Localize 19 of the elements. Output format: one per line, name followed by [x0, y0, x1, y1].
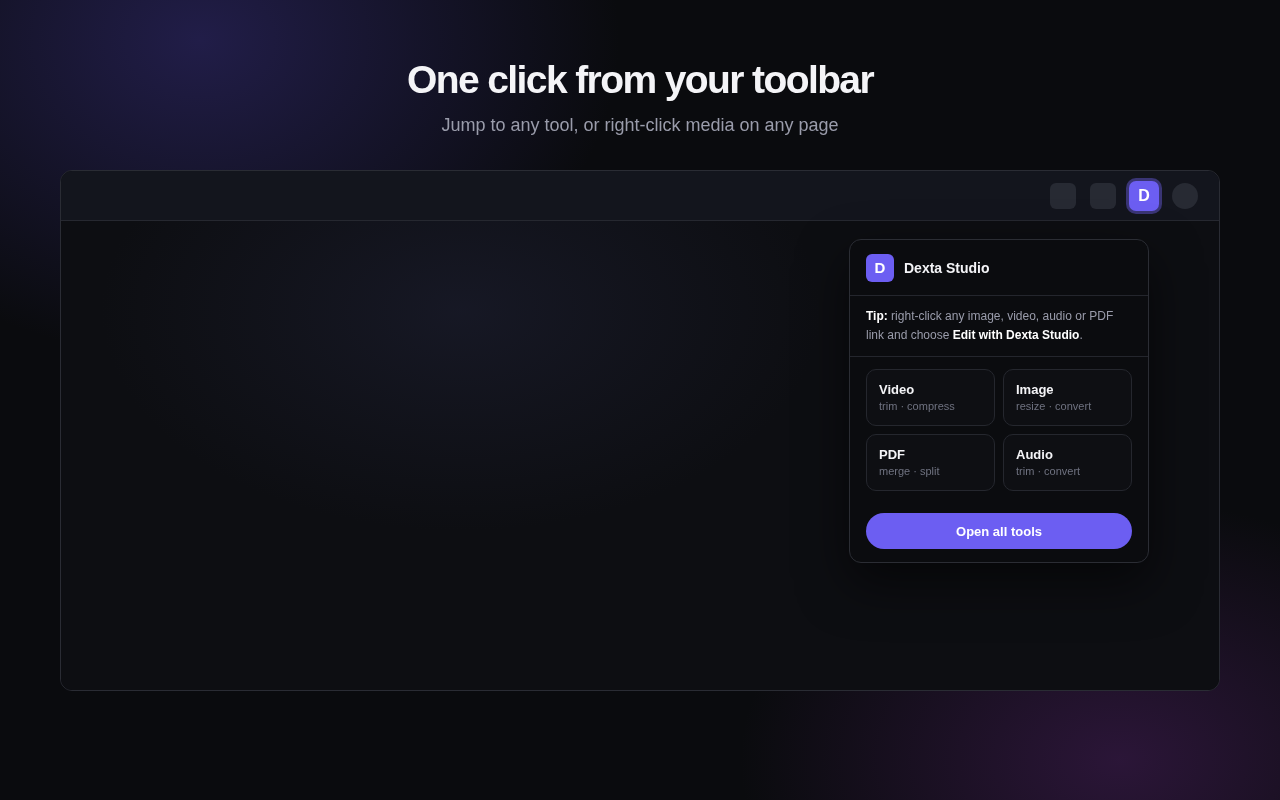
tool-actions: trim · convert [1016, 464, 1081, 478]
tip-text: Tip: right-click any image, video, audio or PDF link and choose Edit with Dexta Studio. [866, 308, 1115, 344]
tool-name: Image [1016, 382, 1054, 398]
app-logo: D [866, 253, 894, 282]
tool-card[interactable]: PDF merge · split [866, 434, 995, 491]
tool-card[interactable]: Image resize · convert [1003, 369, 1132, 426]
tool-actions: resize · convert [1016, 399, 1092, 413]
tool-actions: trim · compress [879, 399, 955, 413]
subheadline: Jump to any tool, or right-click media on any page [441, 114, 839, 137]
extension-button[interactable]: D [1129, 180, 1159, 211]
open-all-tools-button[interactable]: Open all tools [866, 513, 1132, 549]
tool-name: Video [879, 382, 915, 398]
tool-actions: merge · split [879, 464, 940, 478]
tool-card[interactable]: Video trim · compress [866, 369, 995, 426]
tool-name: PDF [879, 447, 905, 463]
tool-name: Audio [1016, 447, 1053, 463]
app-name: Dexta Studio [904, 259, 990, 276]
headline: One click from your toolbar [406, 57, 874, 103]
tool-card[interactable]: Audio trim · convert [1003, 434, 1132, 491]
